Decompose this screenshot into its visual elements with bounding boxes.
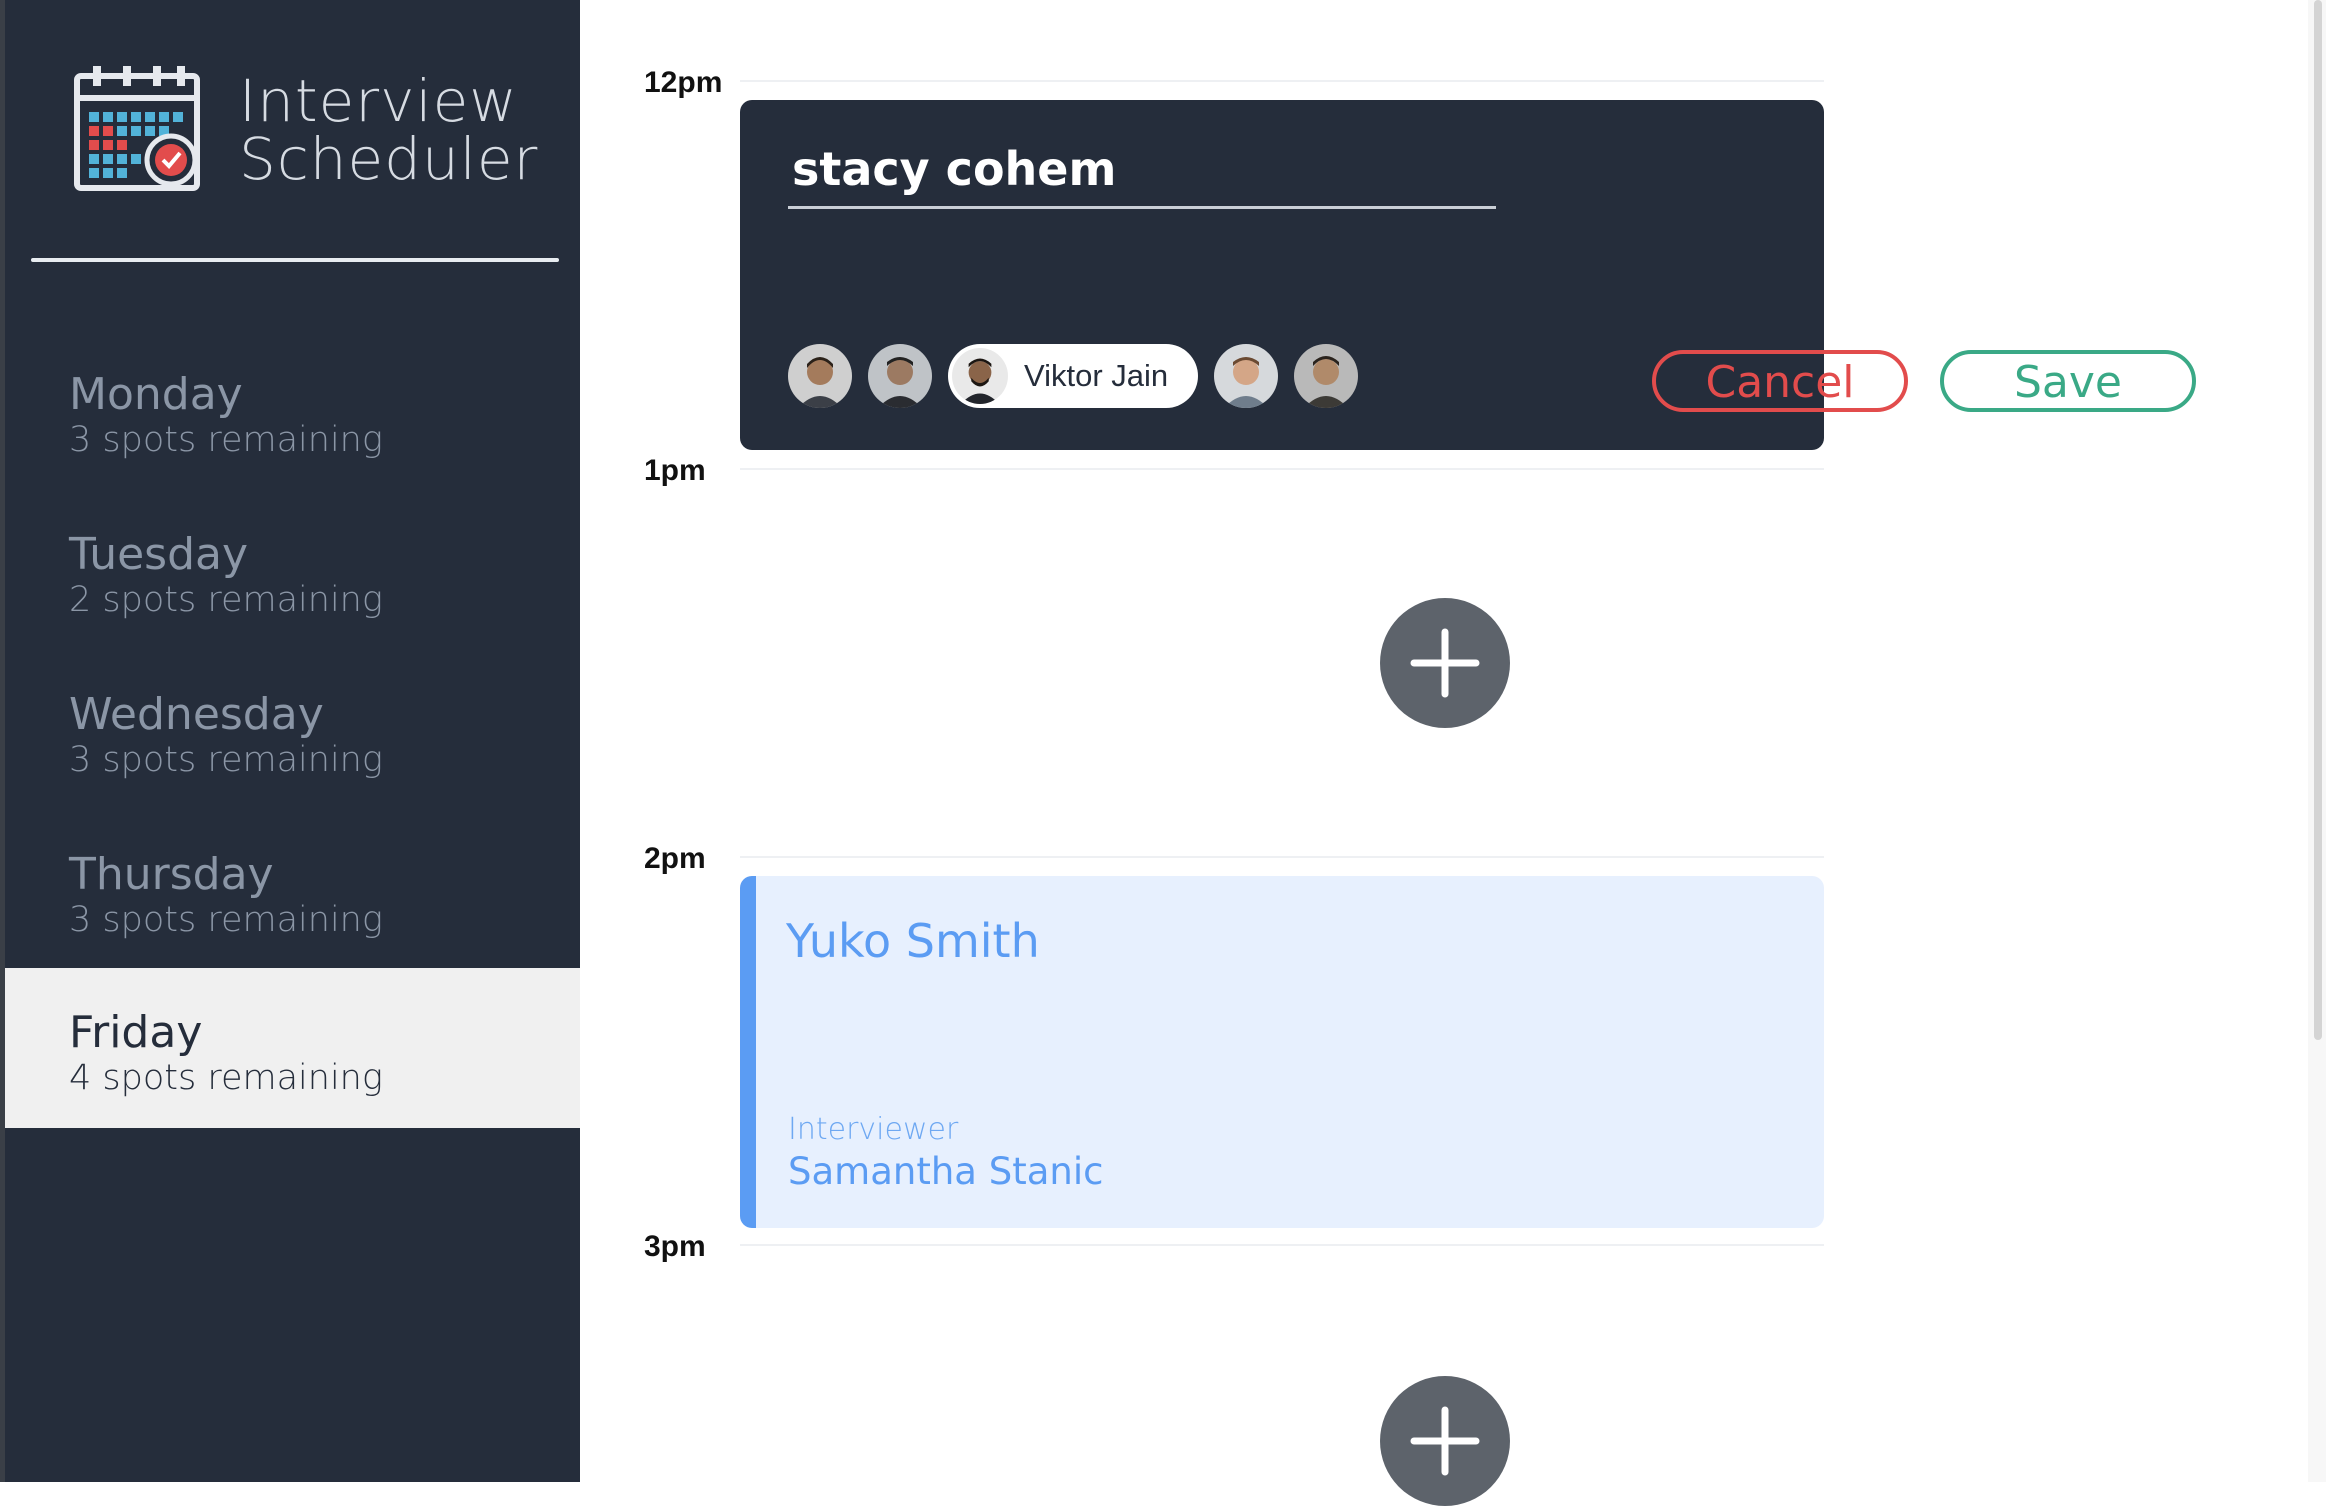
plus-icon — [1410, 628, 1480, 698]
day-name: Thursday — [69, 849, 274, 900]
hour-separator — [740, 856, 1824, 858]
app-title-line2: Scheduler — [239, 125, 539, 193]
day-name: Wednesday — [69, 689, 324, 740]
sidebar-divider — [31, 258, 559, 262]
interviewer-avatar[interactable] — [1294, 344, 1358, 408]
schedule: 12pm stacy cohem Viktor Jain Cancel Save… — [580, 0, 2326, 1506]
calendar-check-icon — [74, 66, 200, 191]
day-name: Friday — [69, 1007, 203, 1058]
day-item-wednesday[interactable]: Wednesday 3 spots remaining — [5, 650, 580, 810]
appointment-card[interactable]: Yuko Smith Interviewer Samantha Stanic — [740, 876, 1824, 1228]
app-title-line1: Interview — [239, 67, 518, 135]
avatar-icon — [1214, 344, 1278, 408]
day-spots: 3 spots remaining — [69, 420, 383, 460]
appointment-form: Viktor Jain Cancel Save — [740, 100, 2196, 450]
avatar-icon — [788, 344, 852, 408]
interviewer-label: Interviewer — [788, 1112, 959, 1147]
save-button[interactable]: Save — [1940, 350, 2196, 412]
app-title: Interview Scheduler — [239, 72, 579, 188]
avatar-icon — [868, 344, 932, 408]
hour-label: 1pm — [644, 454, 706, 487]
hour-label: 3pm — [644, 1230, 706, 1263]
interviewer-name: Viktor Jain — [1024, 358, 1169, 393]
appointment-interviewer: Samantha Stanic — [788, 1150, 1104, 1193]
day-name: Monday — [69, 369, 243, 420]
interviewer-selected[interactable]: Viktor Jain — [948, 344, 1198, 408]
scrollbar-thumb[interactable] — [2314, 0, 2322, 1040]
plus-icon — [1410, 1406, 1480, 1476]
interviewer-avatar — [952, 348, 1008, 404]
day-item-tuesday[interactable]: Tuesday 2 spots remaining — [5, 490, 580, 650]
day-spots: 4 spots remaining — [69, 1058, 383, 1098]
hour-separator — [740, 1244, 1824, 1246]
day-spots: 3 spots remaining — [69, 740, 383, 780]
interviewer-avatar[interactable] — [1214, 344, 1278, 408]
day-item-thursday[interactable]: Thursday 3 spots remaining — [5, 810, 580, 970]
add-appointment-button[interactable] — [1380, 1376, 1510, 1506]
sidebar: Interview Scheduler Monday 3 spots remai… — [0, 0, 580, 1482]
add-appointment-button[interactable] — [1380, 598, 1510, 728]
interviewer-avatar[interactable] — [788, 344, 852, 408]
day-spots: 3 spots remaining — [69, 900, 383, 940]
hour-label: 12pm — [644, 66, 723, 99]
hour-separator — [740, 80, 1824, 82]
hour-label: 2pm — [644, 842, 706, 875]
avatar-icon — [1294, 344, 1358, 408]
day-item-friday[interactable]: Friday 4 spots remaining — [5, 968, 580, 1128]
hour-separator — [740, 468, 1824, 470]
day-name: Tuesday — [69, 529, 249, 580]
appointment-student: Yuko Smith — [786, 914, 1040, 968]
avatar-icon — [952, 348, 1008, 404]
day-item-monday[interactable]: Monday 3 spots remaining — [5, 330, 580, 490]
interviewer-avatar[interactable] — [868, 344, 932, 408]
cancel-button[interactable]: Cancel — [1652, 350, 1908, 412]
student-name-input[interactable] — [788, 142, 1496, 209]
day-spots: 2 spots remaining — [69, 580, 383, 620]
